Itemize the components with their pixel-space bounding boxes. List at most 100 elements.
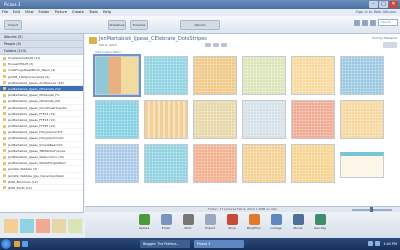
print-button[interactable]: Print <box>179 214 197 230</box>
photo-thumbnail[interactable] <box>340 56 384 95</box>
start-button[interactable] <box>1 239 11 249</box>
tray-thumbnail[interactable] <box>52 219 66 233</box>
folder-label: JenMartabisk_Ijpeas_FTF23 (12) <box>8 117 56 122</box>
menu-file[interactable]: File <box>2 9 8 16</box>
photo-thumbnail[interactable] <box>95 100 139 139</box>
grid-view-icon[interactable] <box>354 20 360 26</box>
photo-thumbnail[interactable] <box>193 144 237 183</box>
button-label: Movie <box>293 226 303 230</box>
menu-edit[interactable]: Edit <box>13 9 20 16</box>
folder-icon <box>3 112 6 116</box>
explorer-icon[interactable] <box>22 241 28 247</box>
sign-in-link[interactable]: Sign in to Web Albums <box>355 9 396 16</box>
photo-thumbnail[interactable] <box>242 144 286 183</box>
blog-icon <box>248 214 260 225</box>
geotag-icon <box>314 214 326 225</box>
photo-tray <box>0 212 84 238</box>
photo-thumbnail[interactable] <box>93 54 141 97</box>
albums-button[interactable]: Albums <box>180 20 220 30</box>
tray-thumbnail[interactable] <box>68 219 82 233</box>
action-bar: Upload Email Print Export Shop BlogThis! Colla… <box>85 212 400 238</box>
geotag-button[interactable]: Geo-Tag <box>311 214 329 230</box>
sort-control[interactable]: Sort by filename <box>372 36 397 48</box>
photo-thumbnail[interactable] <box>144 100 188 139</box>
taskbar-button[interactable]: Blogger: The Preface... <box>140 240 190 248</box>
folder-icon <box>3 56 6 60</box>
folder-icon <box>3 118 6 122</box>
folder-icon <box>3 149 6 153</box>
menu-picture[interactable]: Picture <box>55 9 67 16</box>
photo-thumbnail[interactable] <box>291 56 335 95</box>
folder-icon <box>3 155 6 159</box>
folder-icon <box>3 62 6 66</box>
photo-thumbnail[interactable] <box>95 144 139 183</box>
add-description-link[interactable]: Add a description <box>95 50 121 54</box>
movie-button[interactable]: Movie <box>289 214 307 230</box>
maximize-icon[interactable]: □ <box>379 1 388 8</box>
list-view-icon[interactable] <box>362 20 368 26</box>
menu-folder[interactable]: Folder <box>39 9 50 16</box>
import-button[interactable]: Import <box>4 20 22 30</box>
network-icon[interactable] <box>368 241 373 246</box>
tray-thumbnail[interactable] <box>36 219 50 233</box>
menu-tools[interactable]: Tools <box>89 9 98 16</box>
folder-label: HouseOfStuff (3) <box>8 62 34 67</box>
close-icon[interactable]: ✕ <box>389 1 398 8</box>
minimize-icon[interactable]: – <box>369 1 378 8</box>
folder-icon <box>3 99 6 103</box>
folder-label: JenMartabisk_Ijpeas_CElebrate_Pat <box>8 99 61 104</box>
export-button[interactable]: Export <box>201 214 219 230</box>
sidebar-section[interactable]: People (0) <box>0 41 83 48</box>
sort-dropdown[interactable] <box>383 42 397 48</box>
sidebar-folder-item[interactable]: JKOZ_Eslite (14) <box>0 185 83 192</box>
folder-label: JenMartabisk_Ijpeas_ChristmasHospital <box>8 105 67 110</box>
sidebar-section[interactable]: Albums (5) <box>0 34 83 41</box>
folder-label: JenMartabisk_Ijpeas_HolyJollyChristm <box>8 136 64 141</box>
folder-label: Jennifer Pebbles_Ijpe_DecemberSketc <box>8 173 65 178</box>
play-icon[interactable] <box>205 43 211 47</box>
search-input[interactable]: Search <box>378 19 398 26</box>
share-icon[interactable] <box>213 43 219 47</box>
sidebar-section[interactable]: Folders (115) <box>0 48 83 55</box>
edit-icon[interactable] <box>221 43 227 47</box>
menu-create[interactable]: Create <box>72 9 84 16</box>
email-button[interactable]: Email <box>157 214 175 230</box>
tray-thumbnail[interactable] <box>4 219 18 233</box>
thumbnail-size-slider[interactable] <box>352 207 392 212</box>
collage-button[interactable]: Collage <box>267 214 285 230</box>
library-view: JenMartabisk_Ijpeas_CElebrate_DotsStripe… <box>85 34 400 206</box>
taskbar-button[interactable]: Picasa 3 <box>194 240 244 248</box>
folder-sidebar: Albums (5) People (0) Folders (115) Cluster… <box>0 34 84 212</box>
people-view-icon[interactable] <box>370 20 376 26</box>
folder-icon <box>3 174 6 178</box>
shop-button[interactable]: Shop <box>223 214 241 230</box>
photo-thumbnail[interactable] <box>193 56 237 95</box>
photo-thumbnail[interactable] <box>340 100 384 139</box>
photo-thumbnail[interactable] <box>144 56 188 95</box>
volume-icon[interactable] <box>375 241 380 246</box>
folder-label: JenMartabisk_Ijpeas_Watercolors (15) <box>8 155 65 159</box>
photo-thumbnail[interactable] <box>291 144 335 183</box>
folder-label: JenMartabisk_Ijpeas_HolyJollyCardTk <box>8 130 63 135</box>
upload-button[interactable]: Upload <box>135 214 153 230</box>
folder-label: JenMartabisk_Ijpeas_ALittleColor (18) <box>8 80 64 85</box>
folder-icon <box>3 167 6 171</box>
folder-label: JenMartabisk_Ijpeas_WhiteFlingPattern <box>8 161 66 166</box>
album-title[interactable]: JenMartabisk_Ijpeas_CElebrate_DotsStripe… <box>99 36 207 42</box>
photo-thumbnail[interactable] <box>291 100 335 139</box>
photo-thumbnail[interactable] <box>193 100 237 139</box>
photo-thumbnail[interactable] <box>144 144 188 183</box>
menu-help[interactable]: Help <box>103 9 111 16</box>
tray-thumbnail[interactable] <box>20 219 34 233</box>
photo-thumbnail[interactable] <box>242 56 286 95</box>
timeline-button[interactable]: Timeline <box>130 20 148 30</box>
folder-icon <box>3 106 6 109</box>
menu-view[interactable]: View <box>25 9 34 16</box>
photo-thumbnail[interactable] <box>242 100 286 139</box>
blogthis-button[interactable]: BlogThis! <box>245 214 263 230</box>
album-date: Feb 6, 2010 <box>99 43 117 47</box>
browser-icon[interactable] <box>14 241 20 247</box>
photo-thumbnail[interactable] <box>340 152 384 178</box>
slideshow-button[interactable]: Slideshow <box>108 20 126 30</box>
folder-icon <box>3 143 6 147</box>
